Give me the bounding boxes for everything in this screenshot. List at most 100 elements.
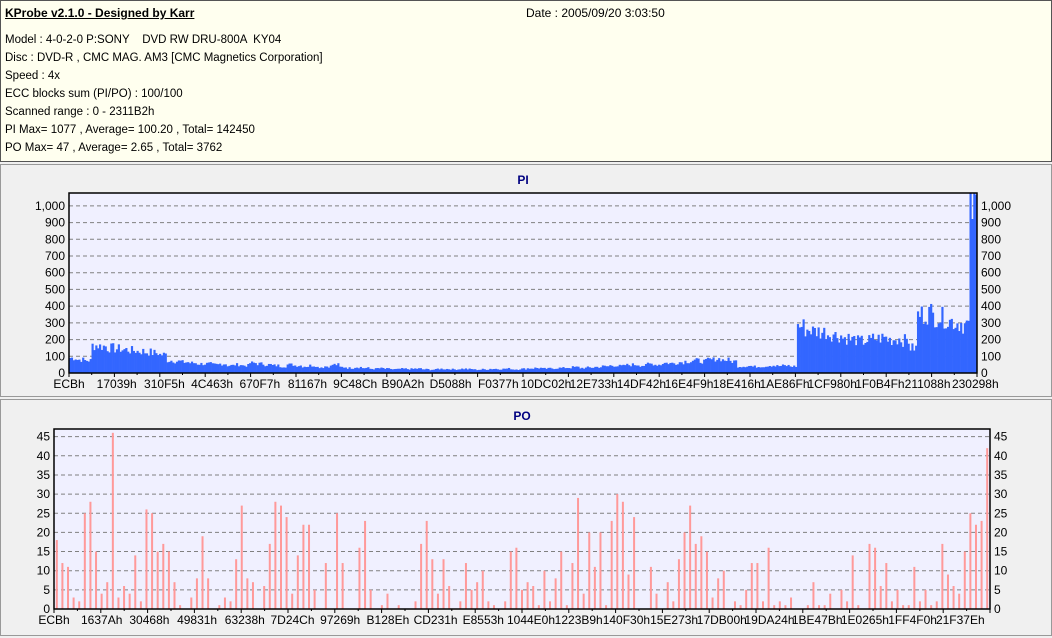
- pi-bar: [294, 365, 297, 373]
- pi-bar: [802, 319, 805, 373]
- po-title: PO: [513, 409, 530, 423]
- pi-bar: [584, 367, 588, 373]
- pi-bar: [297, 366, 301, 373]
- pi-bar: [819, 338, 822, 373]
- pi-bar: [843, 337, 846, 373]
- pi-bar: [247, 364, 250, 373]
- po-bar: [986, 448, 989, 609]
- pi-bar: [736, 367, 740, 373]
- po-bar: [879, 586, 882, 609]
- pi-bar: [808, 330, 811, 373]
- pi-bar: [614, 366, 618, 373]
- pi-bar: [119, 351, 122, 373]
- po-bar: [117, 597, 120, 609]
- pi-bar: [789, 366, 792, 373]
- po-bar: [913, 566, 916, 609]
- pi-bar: [271, 364, 274, 373]
- po-bar: [918, 601, 921, 609]
- pi-bar: [329, 365, 332, 373]
- pi-bar: [898, 338, 901, 373]
- po-bar: [268, 543, 271, 609]
- pi-bar: [733, 360, 736, 373]
- pi-bar: [663, 362, 666, 373]
- pi-bar: [678, 362, 681, 373]
- pi-bar: [800, 326, 803, 373]
- po-bar: [324, 563, 327, 609]
- pi-x-tick-label: 670F7h: [239, 377, 280, 391]
- pi-bar: [909, 350, 912, 373]
- pi-bar: [234, 365, 237, 373]
- pi-bar: [714, 361, 717, 373]
- pi-bar: [896, 344, 899, 373]
- po-y-tick-right: 25: [994, 506, 1008, 520]
- pi-bar: [605, 366, 608, 373]
- po-x-tick-label: B128Eh: [367, 613, 410, 627]
- pi-bar: [768, 365, 771, 373]
- po-y-tick-right: 10: [994, 564, 1008, 578]
- po-y-tick-left: 5: [43, 583, 50, 597]
- pi-bar: [654, 364, 657, 373]
- pi-bar: [89, 359, 92, 373]
- pi-bar: [282, 367, 286, 373]
- pi-bar: [870, 337, 873, 373]
- pi-bar: [226, 366, 229, 373]
- pi-bar: [945, 328, 948, 373]
- pi-bar: [164, 353, 167, 373]
- pi-bar: [326, 366, 329, 373]
- pi-y-tick-left: 400: [45, 299, 65, 313]
- pi-y-tick-left: 200: [45, 333, 65, 347]
- po-bar: [162, 543, 165, 609]
- pi-bar: [245, 366, 248, 373]
- pi-bar: [778, 366, 781, 373]
- pi-bar: [656, 365, 659, 373]
- pi-bar: [205, 362, 209, 373]
- pi-bar: [102, 345, 105, 373]
- pi-bar: [832, 334, 835, 373]
- po-bar: [156, 551, 159, 609]
- pi-bar: [70, 357, 74, 373]
- pi-bar: [100, 349, 104, 373]
- po-bar: [442, 559, 445, 609]
- pi-bar: [130, 346, 134, 373]
- po-bar: [935, 601, 938, 609]
- pi-bar: [952, 329, 955, 373]
- po-bar: [55, 540, 58, 609]
- pi-bar: [757, 367, 760, 373]
- po-bar: [610, 520, 613, 609]
- pi-bar: [140, 354, 143, 373]
- pi-bar: [761, 367, 764, 373]
- pi-bar: [97, 348, 100, 373]
- po-bar: [963, 551, 966, 609]
- po-bar: [195, 578, 198, 609]
- pi-x-tick-label: 9C48Ch: [333, 377, 377, 391]
- pi-bar: [770, 366, 773, 373]
- po-x-tick-label: 1BE47Bh: [792, 613, 843, 627]
- pi-bar: [746, 366, 749, 373]
- pi-bar: [948, 319, 952, 373]
- pi-bar: [85, 360, 89, 373]
- pi-x-tick-label: 211088h: [905, 377, 951, 391]
- pi-bar: [275, 366, 278, 373]
- pi-bar: [667, 364, 670, 373]
- pi-bar: [348, 367, 351, 373]
- pi-bar: [598, 367, 601, 373]
- pi-bar: [198, 364, 201, 373]
- pi-bar: [830, 341, 833, 373]
- pi-bar: [776, 365, 779, 373]
- pi-bar: [575, 366, 578, 373]
- pi-bar: [943, 328, 946, 373]
- po-bar: [223, 597, 226, 609]
- po-bar: [655, 593, 658, 609]
- pi-bar: [712, 357, 715, 373]
- pi-bar: [314, 366, 317, 373]
- pi-bar: [633, 365, 636, 373]
- po-bar: [313, 589, 316, 609]
- pi-bar: [740, 367, 743, 373]
- pi-bar: [147, 355, 150, 373]
- po-bar: [588, 532, 591, 609]
- pi-bar: [566, 367, 569, 373]
- pi-bar: [744, 367, 747, 373]
- po-bar: [700, 536, 703, 609]
- po-bar: [341, 563, 344, 609]
- po-y-tick-right: 0: [994, 602, 1001, 616]
